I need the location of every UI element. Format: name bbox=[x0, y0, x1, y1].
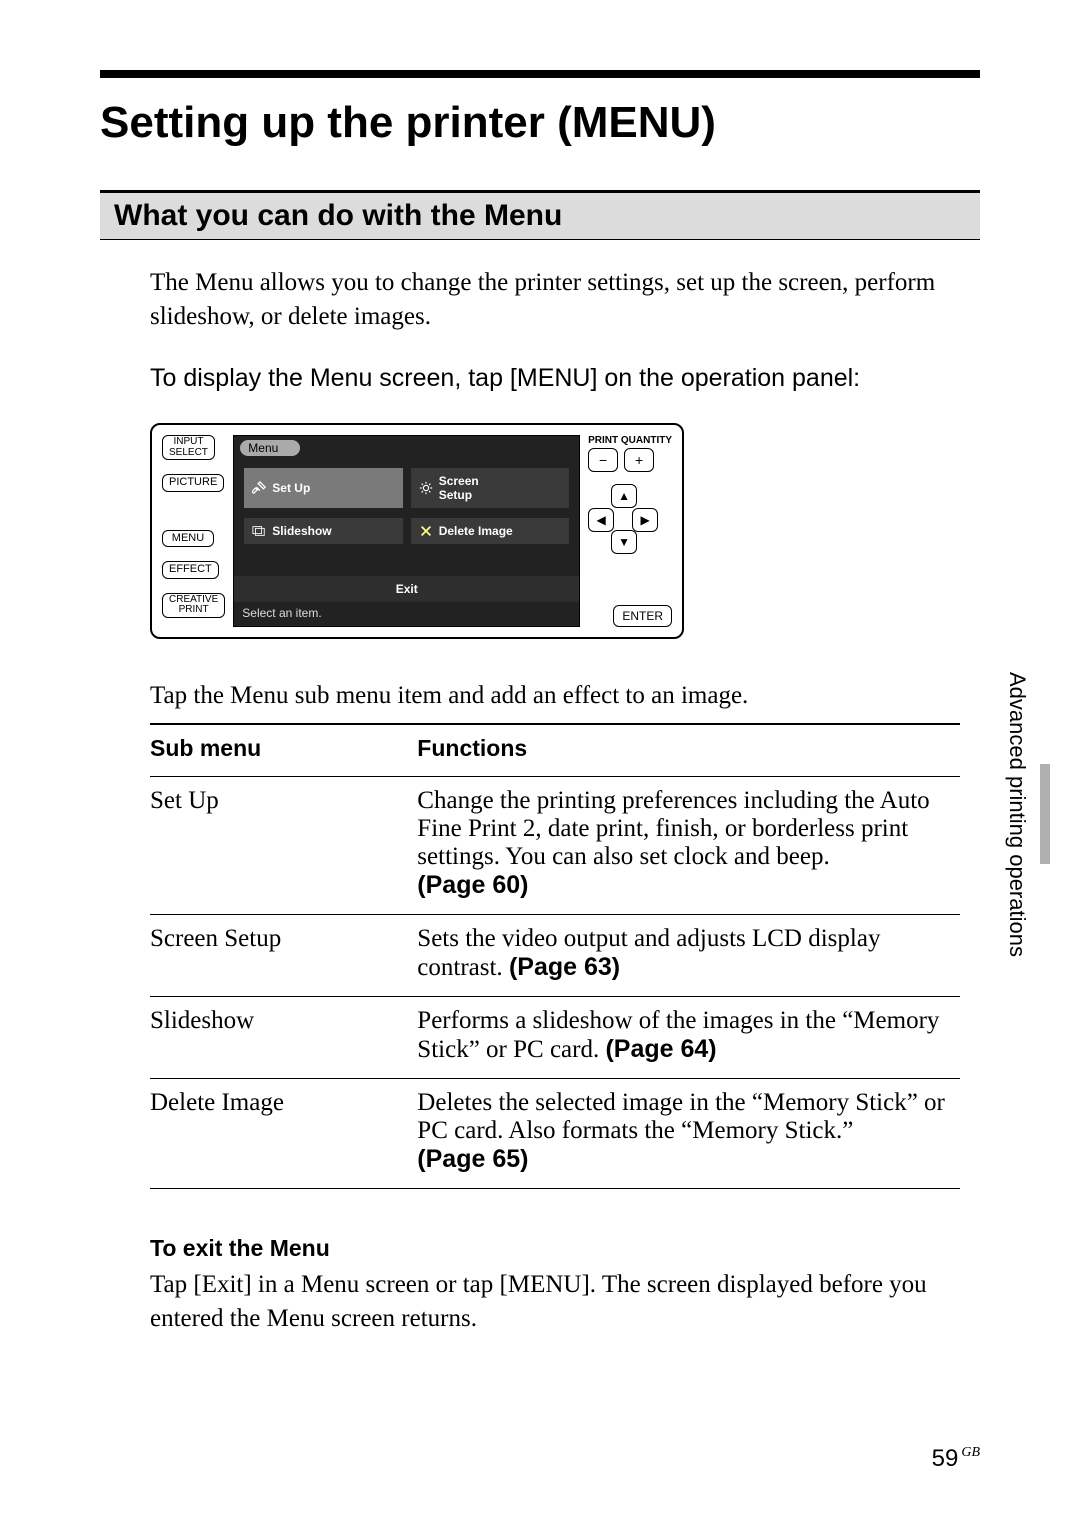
dpad-up[interactable]: ▲ bbox=[611, 484, 637, 508]
menu-grid: Set Up Screen Setup Slideshow bbox=[234, 460, 579, 552]
table-header-functions: Functions bbox=[417, 724, 960, 777]
dpad-down[interactable]: ▼ bbox=[611, 530, 637, 554]
table-row: Set Up Change the printing preferences i… bbox=[150, 777, 960, 915]
slideshow-icon bbox=[252, 524, 266, 538]
instruction-text: To display the Menu screen, tap [MENU] o… bbox=[150, 362, 960, 396]
intro-text: The Menu allows you to change the printe… bbox=[150, 266, 960, 334]
menu-tile-label: Delete Image bbox=[439, 524, 513, 538]
menu-tile-label: Screen Setup bbox=[439, 474, 479, 502]
page-ref: (Page 65) bbox=[417, 1145, 528, 1173]
dpad: ▲ ▼ ◀ ▶ bbox=[588, 484, 658, 554]
tools-icon bbox=[252, 481, 266, 495]
dpad-left[interactable]: ◀ bbox=[588, 508, 614, 532]
lcd-screen: Menu Set Up Screen Setup bbox=[233, 435, 580, 627]
cell-function: Performs a slideshow of the images in th… bbox=[417, 997, 960, 1079]
screen-header-pill: Menu bbox=[240, 440, 300, 456]
section-heading: What you can do with the Menu bbox=[100, 190, 980, 240]
menu-tile-setup[interactable]: Set Up bbox=[244, 468, 402, 508]
dpad-right[interactable]: ▶ bbox=[632, 508, 658, 532]
exit-text: Tap [Exit] in a Menu screen or tap [MENU… bbox=[150, 1268, 960, 1336]
page-ref: (Page 63) bbox=[509, 953, 620, 981]
table-row: Delete Image Deletes the selected image … bbox=[150, 1079, 960, 1189]
cell-submenu: Set Up bbox=[150, 777, 417, 915]
menu-tile-label: Slideshow bbox=[272, 524, 331, 538]
x-icon bbox=[419, 524, 433, 538]
cell-submenu: Slideshow bbox=[150, 997, 417, 1079]
page-number: 59GB bbox=[932, 1445, 980, 1473]
left-button-column: INPUT SELECT PICTURE MENU EFFECT CREATIV… bbox=[162, 435, 225, 627]
table-row: Slideshow Performs a slideshow of the im… bbox=[150, 997, 960, 1079]
operation-panel: INPUT SELECT PICTURE MENU EFFECT CREATIV… bbox=[150, 423, 684, 639]
cell-function: Sets the video output and adjusts LCD di… bbox=[417, 915, 960, 997]
cell-submenu: Delete Image bbox=[150, 1079, 417, 1189]
effect-button[interactable]: EFFECT bbox=[162, 561, 219, 579]
menu-tile-label: Set Up bbox=[272, 481, 310, 495]
status-text: Select an item. bbox=[234, 602, 579, 626]
menu-tile-delete[interactable]: Delete Image bbox=[411, 518, 569, 544]
menu-tile-screen-setup[interactable]: Screen Setup bbox=[411, 468, 569, 508]
submenu-table: Sub menu Functions Set Up Change the pri… bbox=[150, 723, 960, 1189]
plus-button[interactable]: + bbox=[624, 448, 654, 472]
page-ref: (Page 64) bbox=[605, 1035, 716, 1063]
side-tab-bar bbox=[1040, 764, 1050, 864]
after-panel-text: Tap the Menu sub menu item and add an ef… bbox=[150, 679, 960, 713]
table-header-submenu: Sub menu bbox=[150, 724, 417, 777]
page-ref: (Page 60) bbox=[417, 871, 528, 899]
minus-button[interactable]: − bbox=[588, 448, 618, 472]
side-tab: Advanced printing operations bbox=[1004, 672, 1050, 957]
exit-button[interactable]: Exit bbox=[234, 576, 579, 602]
table-row: Screen Setup Sets the video output and a… bbox=[150, 915, 960, 997]
sun-icon bbox=[419, 481, 433, 495]
print-quantity-label: PRINT QUANTITY bbox=[588, 435, 672, 446]
cell-function: Deletes the selected image in the “Memor… bbox=[417, 1079, 960, 1189]
input-select-button[interactable]: INPUT SELECT bbox=[162, 435, 215, 460]
side-tab-label: Advanced printing operations bbox=[1004, 672, 1030, 957]
picture-button[interactable]: PICTURE bbox=[162, 474, 224, 492]
menu-button[interactable]: MENU bbox=[162, 530, 214, 548]
cell-submenu: Screen Setup bbox=[150, 915, 417, 997]
menu-tile-slideshow[interactable]: Slideshow bbox=[244, 518, 402, 544]
cell-function: Change the printing preferences includin… bbox=[417, 777, 960, 915]
creative-print-button[interactable]: CREATIVE PRINT bbox=[162, 593, 225, 618]
exit-heading: To exit the Menu bbox=[150, 1235, 960, 1262]
enter-button[interactable]: ENTER bbox=[613, 605, 672, 627]
page-title: Setting up the printer (MENU) bbox=[100, 98, 980, 148]
